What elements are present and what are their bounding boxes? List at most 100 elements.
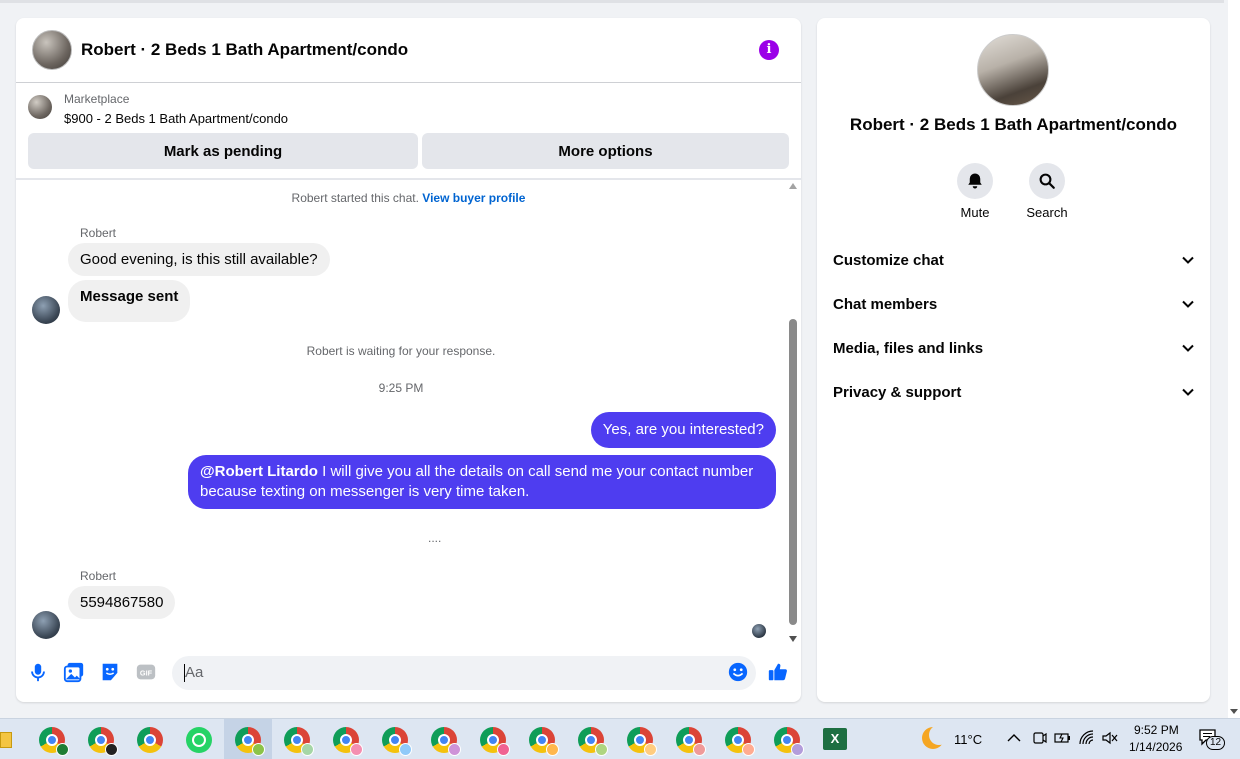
chrome-icon[interactable] [725, 727, 755, 756]
listing-thumbnail [28, 95, 52, 119]
wifi-icon[interactable] [1078, 729, 1096, 747]
chrome-icon[interactable] [333, 727, 363, 756]
gif-icon[interactable]: GIF [135, 661, 157, 683]
chrome-icon[interactable] [137, 727, 163, 753]
scroll-up-arrow-icon[interactable] [789, 183, 797, 189]
section-label: Media, files and links [833, 339, 984, 357]
message-timestamp: 9:25 PM [378, 381, 424, 395]
meet-now-icon[interactable] [1032, 730, 1048, 746]
mute-button[interactable]: Mute [940, 163, 1010, 220]
section-label: Customize chat [833, 251, 944, 269]
chrome-icon[interactable] [480, 727, 510, 756]
whatsapp-icon[interactable] [186, 727, 212, 753]
chat-members-section[interactable]: Chat members [833, 289, 1195, 319]
thumbs-up-icon[interactable] [767, 661, 789, 683]
privacy-support-section[interactable]: Privacy & support [833, 377, 1195, 407]
scroll-thumb[interactable] [789, 319, 797, 625]
media-files-links-section[interactable]: Media, files and links [833, 333, 1195, 363]
chat-started-text: Robert started this chat. [291, 191, 419, 205]
page-scrollbar[interactable] [1228, 0, 1240, 718]
windows-taskbar: X 11°C 9:52 PM 1/14/2026 12 [0, 718, 1240, 759]
waiting-notice: Robert is waiting for your response. [306, 344, 496, 358]
temperature[interactable]: 11°C [954, 732, 982, 747]
scroll-down-arrow-icon[interactable] [789, 636, 797, 642]
chevron-down-icon [1182, 256, 1194, 264]
chrome-icon[interactable] [676, 727, 706, 756]
mark-as-pending-button[interactable]: Mark as pending [28, 133, 418, 169]
listing-title: $900 - 2 Beds 1 Bath Apartment/condo [64, 111, 289, 126]
chevron-up-icon[interactable] [1007, 733, 1021, 743]
mute-label: Mute [960, 205, 990, 220]
sender-name: Robert [80, 569, 117, 583]
divider [16, 178, 801, 180]
moon-weather-icon[interactable] [922, 725, 949, 749]
chrome-icon[interactable] [39, 727, 69, 756]
section-label: Privacy & support [833, 383, 962, 401]
incoming-message[interactable]: Good evening, is this still available? [68, 243, 330, 276]
sender-avatar[interactable] [32, 611, 60, 639]
listing-avatar[interactable] [32, 30, 72, 70]
chat-started-notice: Robert started this chat. View buyer pro… [16, 191, 801, 205]
view-buyer-profile-link[interactable]: View buyer profile [422, 191, 525, 205]
message-scrollbar[interactable] [786, 181, 800, 644]
outgoing-message[interactable]: Yes, are you interested? [590, 412, 776, 448]
chrome-icon[interactable] [627, 727, 657, 756]
message-text-line1: I will give you all the details on call … [317, 463, 754, 480]
message-input[interactable]: Aa [172, 656, 756, 690]
search-button[interactable]: Search [1012, 163, 1082, 220]
customize-chat-section[interactable]: Customize chat [833, 245, 1195, 275]
section-label: Chat members [833, 295, 938, 313]
message-input-placeholder: Aa [185, 664, 204, 681]
chevron-down-icon [1182, 300, 1194, 308]
mention-link[interactable]: @Robert Litardo [200, 463, 318, 480]
speaker-muted-icon[interactable] [1101, 730, 1119, 746]
message-list[interactable]: Robert started this chat. View buyer pro… [16, 181, 801, 644]
chat-info-panel: Robert · 2 Beds 1 Bath Apartment/condo M… [817, 18, 1210, 702]
listing-profile-photo[interactable] [977, 34, 1049, 106]
file-explorer-icon[interactable] [0, 732, 12, 748]
search-label: Search [1026, 205, 1068, 220]
chrome-icon[interactable] [578, 727, 608, 756]
clock-date[interactable]: 1/14/2026 [1129, 740, 1182, 754]
chrome-icon[interactable] [235, 727, 265, 756]
chrome-icon[interactable] [382, 727, 412, 756]
excel-icon[interactable]: X [823, 728, 847, 750]
chrome-icon[interactable] [529, 727, 559, 756]
svg-text:GIF: GIF [140, 669, 153, 678]
seen-indicator-avatar [752, 624, 766, 638]
chat-title[interactable]: Robert · 2 Beds 1 Bath Apartment/condo [81, 40, 408, 60]
battery-charging-icon[interactable] [1054, 730, 1072, 746]
sticker-icon[interactable] [99, 661, 121, 683]
incoming-message-sent-card[interactable]: Message sent [68, 280, 191, 322]
sender-avatar[interactable] [32, 296, 60, 324]
notification-center-button[interactable]: 12 [1198, 728, 1226, 750]
notification-count-badge: 12 [1206, 736, 1226, 750]
chat-info-title: Robert · 2 Beds 1 Bath Apartment/condo [849, 115, 1178, 134]
chevron-down-icon [1182, 344, 1194, 352]
listing-actions: Mark as pending More options [28, 133, 789, 169]
chevron-down-icon [1182, 388, 1194, 396]
clock-time[interactable]: 9:52 PM [1134, 723, 1179, 737]
outgoing-message-long[interactable]: @Robert Litardo I will give you all the … [188, 455, 776, 509]
marketplace-listing[interactable]: Marketplace $900 - 2 Beds 1 Bath Apartme… [28, 92, 288, 126]
incoming-message-phone[interactable]: 5594867580 [68, 586, 176, 619]
search-icon [1039, 173, 1055, 189]
message-text-line2: because texting on messenger is very tim… [200, 483, 530, 500]
chat-panel: Robert · 2 Beds 1 Bath Apartment/condo i… [16, 18, 801, 702]
chrome-icon[interactable] [88, 727, 118, 756]
microphone-icon[interactable] [27, 661, 49, 683]
marketplace-label: Marketplace [64, 92, 130, 106]
photo-icon[interactable] [63, 661, 85, 683]
chrome-icon[interactable] [431, 727, 461, 756]
message-composer: GIF Aa [16, 654, 801, 694]
page-scroll-down-arrow-icon[interactable] [1230, 709, 1238, 714]
info-icon[interactable]: i [759, 40, 779, 60]
chrome-icon[interactable] [284, 727, 314, 756]
chat-header: Robert · 2 Beds 1 Bath Apartment/condo i [16, 18, 801, 83]
sender-name: Robert [80, 226, 117, 240]
emoji-icon[interactable] [727, 661, 749, 683]
chrome-icon[interactable] [774, 727, 804, 756]
more-options-button[interactable]: More options [422, 133, 789, 169]
bell-icon [968, 173, 982, 189]
window-top-edge [0, 0, 1224, 3]
